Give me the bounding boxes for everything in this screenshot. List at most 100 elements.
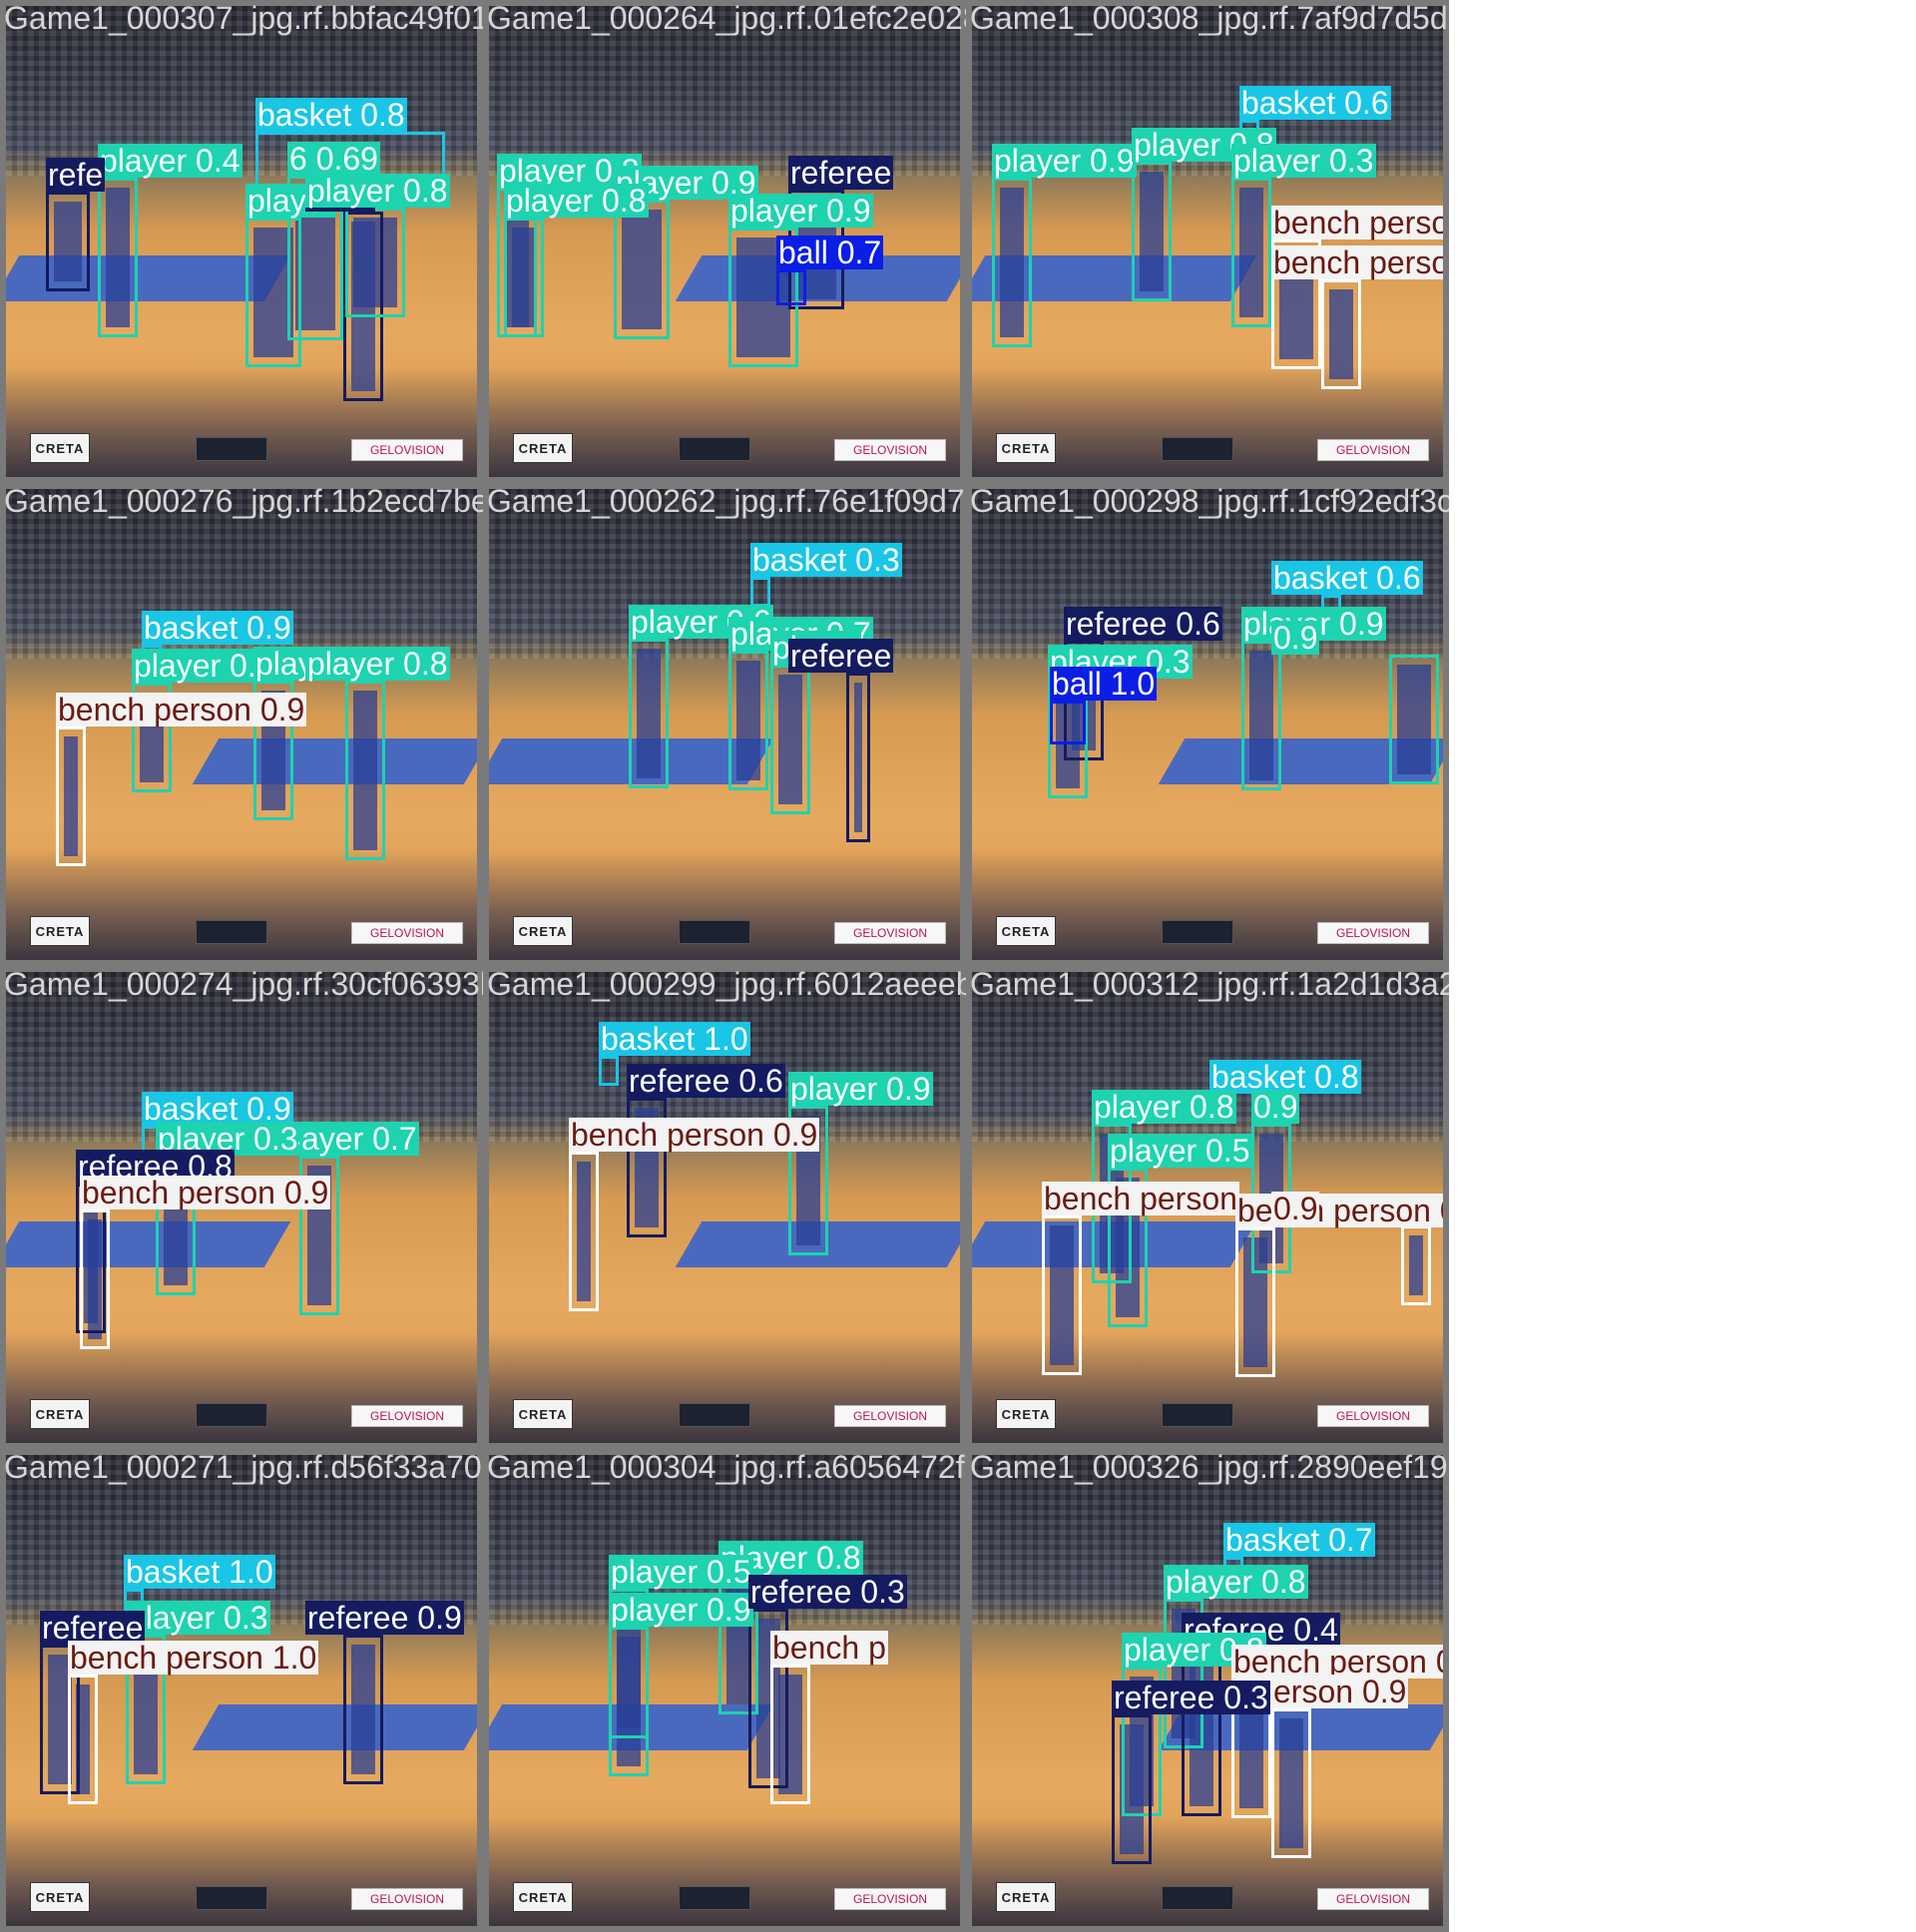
player-bounding-box	[629, 639, 669, 788]
image-tile: CRETA GELOVISION player 0.8 player 0.5 playe…	[483, 1449, 966, 1932]
image-tile: CRETA GELOVISION basket 0.8 player 0.8 0.9 pl…	[966, 966, 1449, 1449]
image-tile: CRETA GELOVISION player 0.8 player 0.9 refer…	[483, 0, 966, 483]
ball-label: ball 1.0	[1050, 666, 1158, 702]
scoreboard-overlay	[1162, 920, 1233, 944]
referee-label: referee 0.9	[305, 1600, 464, 1636]
ball-bounding-box	[1050, 701, 1086, 744]
bench-bounding-box	[68, 1675, 98, 1804]
scoreboard-overlay	[196, 1886, 267, 1910]
basket-label: basket 1.0	[599, 1021, 750, 1057]
image-tile: CRETA GELOVISION basket 0.9 player 0.4 playe…	[0, 483, 483, 966]
bench-bounding-box	[1042, 1215, 1082, 1375]
sponsor-banner: GELOVISION	[834, 922, 946, 944]
sponsor-banner: GELOVISION	[351, 1888, 463, 1910]
player-label: player 0.8	[1092, 1089, 1236, 1125]
scoreboard-overlay	[1162, 437, 1233, 461]
player-label: 0.9	[1251, 1089, 1300, 1125]
player-bounding-box	[1231, 178, 1271, 327]
court-paint	[6, 1221, 291, 1267]
player-label: 6 0.69	[287, 141, 380, 177]
player-label: player 0.5	[609, 1554, 753, 1590]
creta-logo: CRETA	[996, 916, 1056, 946]
tile-filename: Game1_000307_jpg.rf.bbfac49f019e9e968326…	[4, 0, 483, 36]
player-label: player 0.8	[504, 183, 649, 219]
creta-logo: CRETA	[30, 433, 90, 463]
player-label: player 0.4	[98, 143, 242, 179]
court-photo: CRETA GELOVISION basket 0.9 player 0.4 playe…	[6, 489, 477, 960]
sponsor-banner: GELOVISION	[351, 439, 463, 461]
court-photo: CRETA GELOVISION player 0.8 player 0.5 playe…	[489, 1455, 960, 1926]
referee-label: referee	[788, 155, 894, 191]
bench-label: bench person 0.3	[1235, 1194, 1443, 1227]
player-label: ayer 0.7	[299, 1121, 419, 1157]
player-bounding-box	[345, 208, 405, 317]
player-label: player 0.9	[788, 1071, 933, 1107]
bench-bounding-box	[1321, 279, 1361, 389]
bench-bounding-box	[569, 1152, 599, 1311]
referee-bounding-box	[1182, 1647, 1221, 1816]
image-tile: CRETA GELOVISION basket 0.8 player 0.4 6 0.6…	[0, 0, 483, 483]
player-label: player 0.9	[728, 193, 873, 229]
referee-label: referee	[788, 638, 894, 674]
scoreboard-overlay	[1162, 1886, 1233, 1910]
creta-logo: CRETA	[30, 1399, 90, 1429]
image-tile: CRETAGELOVISIONbasket 0.6referee 0.6play…	[966, 483, 1449, 966]
player-bounding-box	[245, 218, 301, 367]
sponsor-banner: GELOVISION	[1317, 439, 1429, 461]
bench-label: bench p	[770, 1630, 888, 1666]
bench-bounding-box	[56, 726, 86, 866]
scoreboard-overlay	[196, 920, 267, 944]
tile-filename: Game1_000308_jpg.rf.7af9d7d5d2f6a918db8d	[970, 0, 1449, 36]
court-photo: CRETAGELOVISIONbasket 0.3player 0.6playe…	[489, 489, 960, 960]
tile-filename: Game1_000326_jpg.rf.2890eef196ca853588f0	[970, 1449, 1449, 1485]
bench-label: bench person 0.9	[569, 1117, 820, 1153]
referee-bounding-box	[1112, 1714, 1152, 1864]
scoreboard-overlay	[1162, 1403, 1233, 1427]
sponsor-banner: GELOVISION	[1317, 1405, 1429, 1427]
referee-label: referee 0.3	[1112, 1680, 1270, 1715]
image-tile: CRETA GELOVISION basket 0.9 player 0.34 ayer…	[0, 966, 483, 1449]
image-tile: CRETA GELOVISION basket 1.0 player 0.3 refer…	[0, 1449, 483, 1932]
tile-filename: Game1_000264_jpg.rf.01efc2e0282530d058	[487, 0, 966, 36]
player-label: player 0.8	[1164, 1564, 1308, 1600]
court-photo: CRETA GELOVISION basket 0.6 player 0.9 playe…	[972, 6, 1443, 477]
bench-bounding-box	[770, 1665, 810, 1804]
sponsor-banner: GELOVISION	[834, 1888, 946, 1910]
player-bounding-box	[504, 218, 544, 337]
referee-label: referee 0.6	[1064, 606, 1222, 642]
creta-logo: CRETA	[30, 916, 90, 946]
player-bounding-box	[609, 1627, 649, 1776]
player-label: player 0.3	[126, 1600, 270, 1636]
player-bounding-box	[770, 665, 810, 814]
bench-bounding-box	[1235, 1227, 1275, 1377]
court-photo: CRETA GELOVISION basket 0.9 player 0.34 ayer…	[6, 972, 477, 1443]
creta-logo: CRETA	[30, 1882, 90, 1912]
bench-label: bench person 0.9	[1271, 206, 1443, 240]
scoreboard-overlay	[679, 920, 750, 944]
scoreboard-overlay	[196, 1403, 267, 1427]
court-paint	[192, 1704, 477, 1750]
referee-bounding-box	[46, 192, 90, 291]
court-photo: CRETA GELOVISION basket 1.0 referee 0.6 play…	[489, 972, 960, 1443]
basket-label: basket 0.6	[1239, 85, 1391, 121]
player-bounding-box	[1389, 655, 1439, 784]
basket-label: basket 0.8	[255, 97, 407, 133]
creta-logo: CRETA	[513, 916, 573, 946]
sponsor-banner: GELOVISION	[351, 1405, 463, 1427]
player-bounding-box	[345, 681, 385, 860]
referee-bounding-box	[343, 1635, 383, 1784]
basket-label: basket 0.7	[1223, 1522, 1375, 1558]
creta-logo: CRETA	[513, 1399, 573, 1429]
bench-bounding-box	[80, 1209, 110, 1349]
tile-filename: Game1_000304_jpg.rf.a6056472fa1b0e8a35	[487, 1449, 966, 1485]
bench-bounding-box	[1271, 1708, 1311, 1858]
tile-filename: Game1_000312_jpg.rf.1a2d1d3a2cf5745dde5b	[970, 966, 1449, 1002]
sponsor-banner: GELOVISION	[1317, 1888, 1429, 1910]
scoreboard-overlay	[679, 1403, 750, 1427]
scoreboard-overlay	[196, 437, 267, 461]
basket-label: basket 0.9	[142, 610, 293, 646]
basket-bounding-box	[750, 577, 770, 607]
image-tile: CRETA GELOVISION basket 1.0 referee 0.6 play…	[483, 966, 966, 1449]
bench-label: bench person 0.6	[1271, 245, 1443, 279]
sponsor-banner: GELOVISION	[834, 1405, 946, 1427]
